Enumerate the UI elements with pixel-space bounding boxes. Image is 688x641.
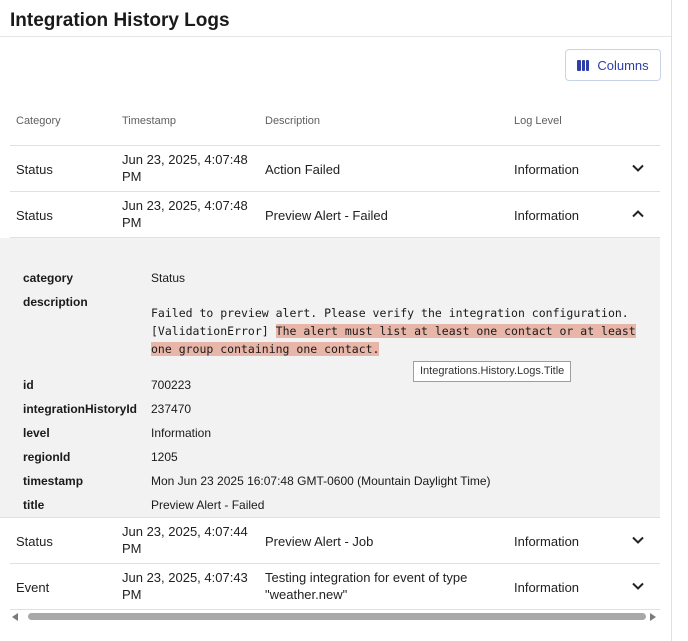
table-row[interactable]: Status Jun 23, 2025, 4:07:44 PM Preview … xyxy=(10,518,660,564)
expand-chevron-down-icon[interactable] xyxy=(630,578,646,594)
horizontal-scrollbar[interactable] xyxy=(12,611,656,623)
columns-icon xyxy=(577,59,590,71)
row-description: Testing integration for event of type "w… xyxy=(265,570,468,602)
highlighted-error-text: The alert must list at least one contact… xyxy=(275,324,636,338)
row-description: Action Failed xyxy=(265,162,341,177)
scroll-right-arrow-icon[interactable] xyxy=(650,613,656,621)
expand-chevron-down-icon[interactable] xyxy=(630,160,646,176)
expand-chevron-down-icon[interactable] xyxy=(630,532,646,548)
table-header: Category Timestamp Description Log Level xyxy=(10,100,660,146)
detail-value-integration-history-id: 237470 xyxy=(151,402,192,416)
header-description[interactable]: Description xyxy=(265,115,320,127)
header-timestamp[interactable]: Timestamp xyxy=(122,115,176,127)
row-category: Status xyxy=(16,162,53,177)
validation-error-tag: [ValidationError] xyxy=(151,324,269,338)
scroll-left-arrow-icon[interactable] xyxy=(12,613,18,621)
table-row[interactable]: Event Jun 23, 2025, 4:07:43 PM Testing i… xyxy=(10,564,660,610)
detail-value-id: 700223 xyxy=(151,378,192,392)
logs-panel: Integration History Logs Columns Categor… xyxy=(0,0,672,641)
description-line-2: [ValidationError] The alert must list at… xyxy=(151,322,651,340)
columns-button-label: Columns xyxy=(597,57,649,73)
title-divider xyxy=(0,36,672,37)
detail-key-category: category xyxy=(23,271,74,285)
row-log-level: Information xyxy=(514,208,580,223)
row-category: Status xyxy=(16,208,53,223)
table-row-expanded[interactable]: Status Jun 23, 2025, 4:07:48 PM Preview … xyxy=(10,192,660,238)
row-timestamp: Jun 23, 2025, 4:07:48 PM xyxy=(122,198,248,230)
detail-value-description: Failed to preview alert. Please verify t… xyxy=(151,304,651,358)
row-timestamp: Jun 23, 2025, 4:07:48 PM xyxy=(122,152,248,184)
detail-key-id: id xyxy=(23,378,34,392)
title-tooltip: Integrations.History.Logs.Title xyxy=(413,361,572,382)
detail-value-title: Preview Alert - Failed xyxy=(151,498,265,512)
page-title: Integration History Logs xyxy=(10,10,230,31)
row-category: Status xyxy=(16,534,53,549)
detail-key-level: level xyxy=(23,426,50,440)
detail-value-category: Status xyxy=(151,271,186,285)
row-log-level: Information xyxy=(514,534,580,549)
detail-key-integration-history-id: integrationHistoryId xyxy=(23,402,138,416)
detail-key-title: title xyxy=(23,498,45,512)
detail-value-region-id: 1205 xyxy=(151,450,178,464)
detail-key-description: description xyxy=(23,295,88,309)
header-category[interactable]: Category xyxy=(16,115,61,127)
row-description: Preview Alert - Failed xyxy=(265,208,388,223)
scrollbar-thumb[interactable] xyxy=(28,613,646,620)
detail-value-level: Information xyxy=(151,426,212,440)
header-log-level[interactable]: Log Level xyxy=(514,115,562,127)
table-row[interactable]: Status Jun 23, 2025, 4:07:48 PM Action F… xyxy=(10,146,660,192)
collapse-chevron-up-icon[interactable] xyxy=(630,206,646,222)
description-line-3: one group containing one contact. xyxy=(151,340,651,358)
highlighted-error-text-continued: one group containing one contact. xyxy=(151,342,380,356)
row-log-level: Information xyxy=(514,162,580,177)
row-timestamp: Jun 23, 2025, 4:07:43 PM xyxy=(122,570,248,602)
row-timestamp: Jun 23, 2025, 4:07:44 PM xyxy=(122,524,248,556)
detail-key-timestamp: timestamp xyxy=(23,474,84,488)
row-category: Event xyxy=(16,580,50,595)
panel-edge xyxy=(671,0,672,641)
row-description: Preview Alert - Job xyxy=(265,534,374,549)
columns-button[interactable]: Columns xyxy=(565,49,661,81)
description-line-1: Failed to preview alert. Please verify t… xyxy=(151,306,629,320)
row-log-level: Information xyxy=(514,580,580,595)
detail-key-region-id: regionId xyxy=(23,450,71,464)
detail-value-timestamp: Mon Jun 23 2025 16:07:48 GMT-0600 (Mount… xyxy=(151,474,491,488)
